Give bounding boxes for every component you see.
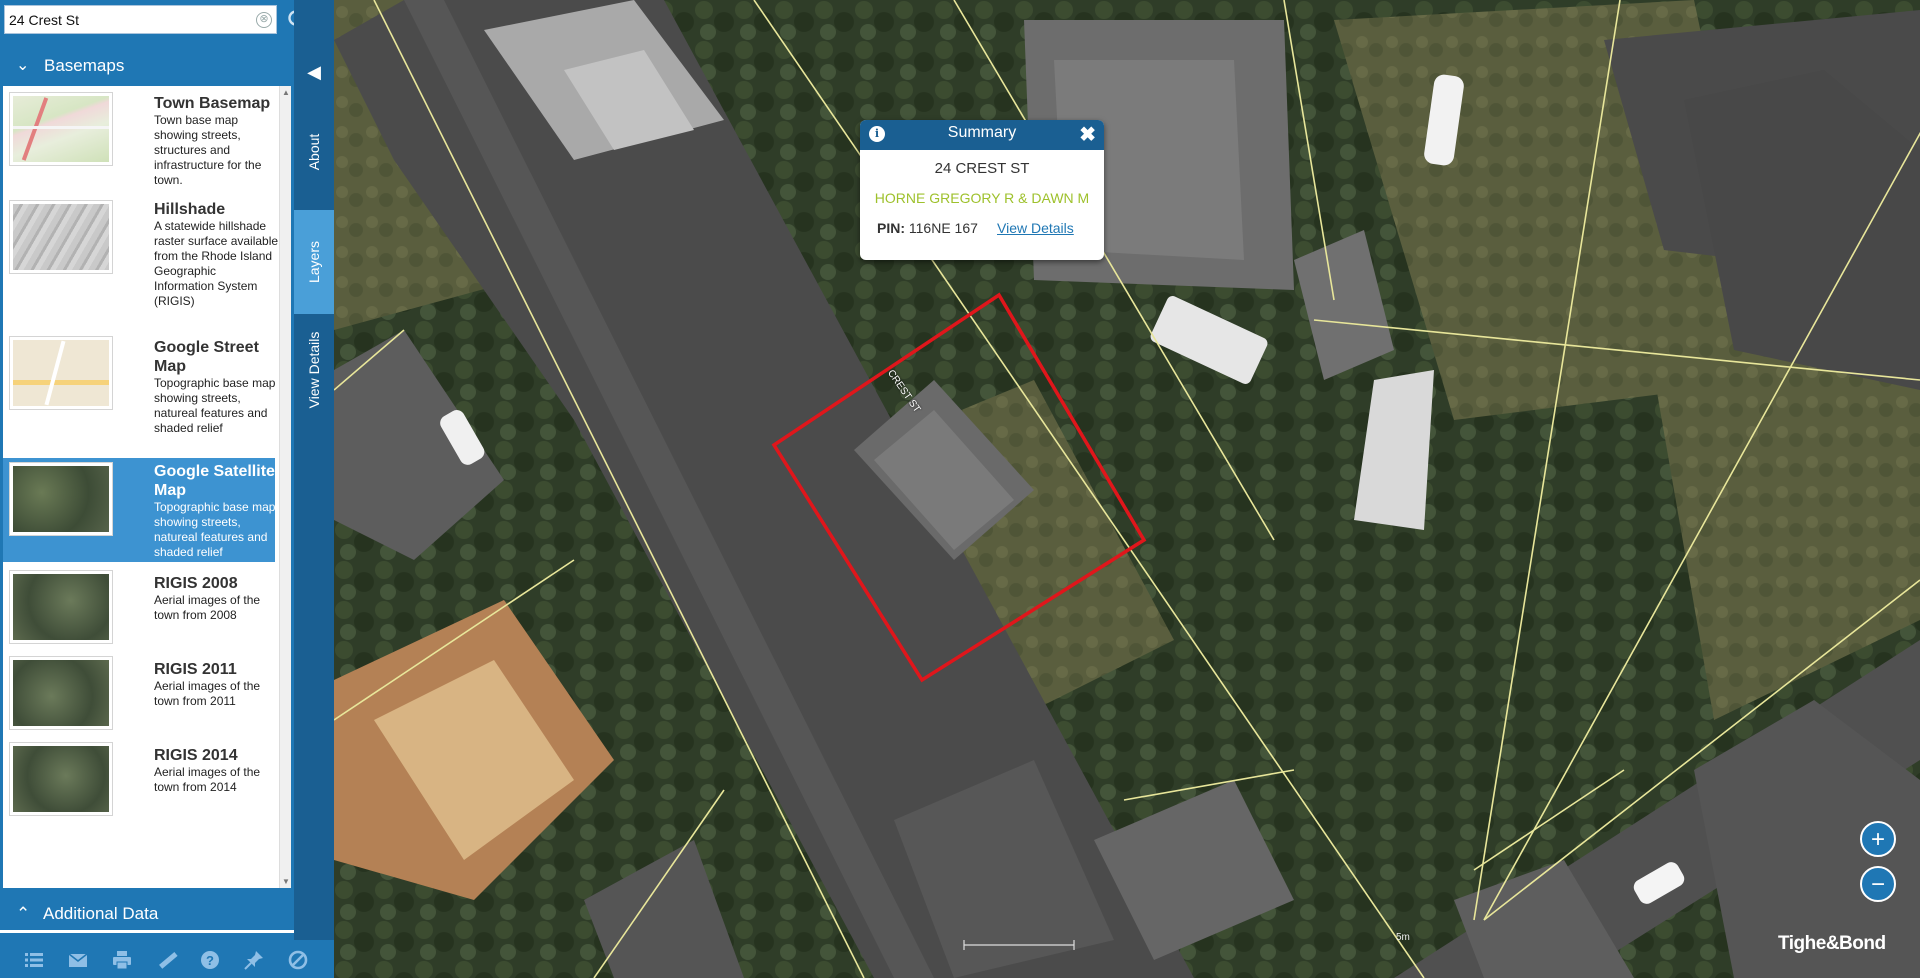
basemap-description: Topographic base map showing streets, na…: [154, 500, 276, 559]
parcel-address: 24 CREST ST: [934, 160, 1030, 177]
measure-icon[interactable]: [156, 948, 180, 972]
pin-label: PIN:: [877, 220, 905, 236]
mail-icon[interactable]: [66, 948, 90, 972]
pin-value: 116NE 167: [908, 220, 978, 236]
additional-data-section-header[interactable]: ⌃ Additional Data: [0, 895, 294, 933]
basemap-title: RIGIS 2011: [154, 661, 237, 678]
view-details-link[interactable]: View Details: [997, 220, 1074, 236]
search-box: ⊗: [4, 5, 277, 34]
basemap-description: Aerial images of the town from 2008: [154, 593, 261, 622]
zoom-out-button[interactable]: −: [1860, 866, 1896, 902]
chevron-down-icon: ⌄: [16, 57, 30, 74]
info-icon: i: [869, 126, 885, 142]
basemap-title: Google Street Map: [154, 339, 259, 375]
popup-title: Summary: [947, 124, 1017, 141]
tab-about-label: About: [306, 133, 322, 171]
basemap-item-street[interactable]: Google Street Map Topographic base map s…: [3, 336, 275, 444]
basemap-thumbnail: [9, 656, 113, 730]
basemap-thumbnail: [9, 336, 113, 410]
close-icon[interactable]: ✖: [1079, 122, 1096, 148]
tab-view-details[interactable]: View Details: [294, 318, 334, 422]
basemap-description: Aerial images of the town from 2011: [154, 679, 261, 708]
popup-header: i Summary ✖: [860, 120, 1104, 150]
tab-layers-label: Layers: [306, 240, 322, 284]
basemap-thumbnail: [9, 742, 113, 816]
basemap-title: Town Basemap: [154, 95, 271, 112]
chevron-up-icon: ⌃: [16, 904, 31, 923]
basemap-item-rigis-2011[interactable]: RIGIS 2011 Aerial images of the town fro…: [3, 652, 275, 736]
pin-icon[interactable]: [242, 948, 266, 972]
basemap-item-rigis-2008[interactable]: RIGIS 2008 Aerial images of the town fro…: [3, 566, 275, 650]
tab-view-details-label: View Details: [306, 331, 322, 409]
tab-about[interactable]: About: [294, 100, 334, 204]
basemap-title: Hillshade: [154, 201, 226, 218]
list-scrollbar[interactable]: ▲ ▼: [279, 86, 291, 888]
satellite-imagery: [334, 0, 1920, 978]
basemap-title: RIGIS 2008: [154, 575, 238, 592]
basemap-description: Topographic base map showing streets, na…: [154, 376, 276, 435]
svg-text:?: ?: [206, 953, 214, 968]
basemap-description: A statewide hillshade raster surface ava…: [154, 219, 279, 308]
tab-layers[interactable]: Layers: [294, 210, 334, 314]
scroll-down-icon[interactable]: ▼: [282, 877, 290, 886]
basemap-title: Google Satellite Map: [154, 463, 275, 499]
basemap-thumbnail: [9, 570, 113, 644]
brand-logo: Tighe&Bond: [1778, 933, 1886, 954]
map-canvas[interactable]: CREST ST 5m: [334, 0, 1920, 978]
basemap-description: Aerial images of the town from 2014: [154, 765, 261, 794]
list-icon[interactable]: [22, 948, 46, 972]
basemap-item-satellite[interactable]: Google Satellite Map Topographic base ma…: [3, 458, 275, 562]
collapse-panel-icon[interactable]: ◀: [294, 54, 334, 90]
help-icon[interactable]: ?: [198, 948, 222, 972]
scale-label: 5m: [1396, 932, 1410, 943]
zoom-in-button[interactable]: +: [1860, 821, 1896, 857]
basemap-thumbnail: [9, 92, 113, 166]
clear-icon[interactable]: [286, 948, 310, 972]
basemap-item-town[interactable]: Town Basemap Town base map showing stree…: [3, 86, 275, 192]
basemaps-section-header[interactable]: ⌄ Basemaps: [0, 46, 294, 86]
basemap-title: RIGIS 2014: [154, 747, 238, 764]
basemap-thumbnail: [9, 462, 113, 536]
bottom-toolbar: ?: [0, 940, 334, 978]
basemap-item-hillshade[interactable]: Hillshade A statewide hillshade raster s…: [3, 194, 278, 326]
print-icon[interactable]: [110, 948, 134, 972]
additional-data-label: Additional Data: [43, 904, 159, 923]
left-panel: ⊗ ⌄ Basemaps Town Basemap Town base map …: [0, 0, 309, 978]
basemap-thumbnail: [9, 200, 113, 274]
clear-search-icon[interactable]: ⊗: [256, 12, 272, 28]
basemap-description: Town base map showing streets, structure…: [154, 113, 262, 187]
basemaps-label: Basemaps: [44, 56, 125, 75]
summary-popup: i Summary ✖ 24 CREST ST HORNE GREGORY R …: [860, 120, 1104, 260]
parcel-pin: PIN: 116NE 167: [877, 220, 978, 236]
scroll-up-icon[interactable]: ▲: [282, 88, 290, 97]
basemap-item-rigis-2014[interactable]: RIGIS 2014 Aerial images of the town fro…: [3, 738, 275, 822]
parcel-owner: HORNE GREGORY R & DAWN M: [874, 190, 1090, 206]
basemap-list: Town Basemap Town base map showing stree…: [3, 86, 291, 888]
search-input[interactable]: [9, 10, 249, 30]
